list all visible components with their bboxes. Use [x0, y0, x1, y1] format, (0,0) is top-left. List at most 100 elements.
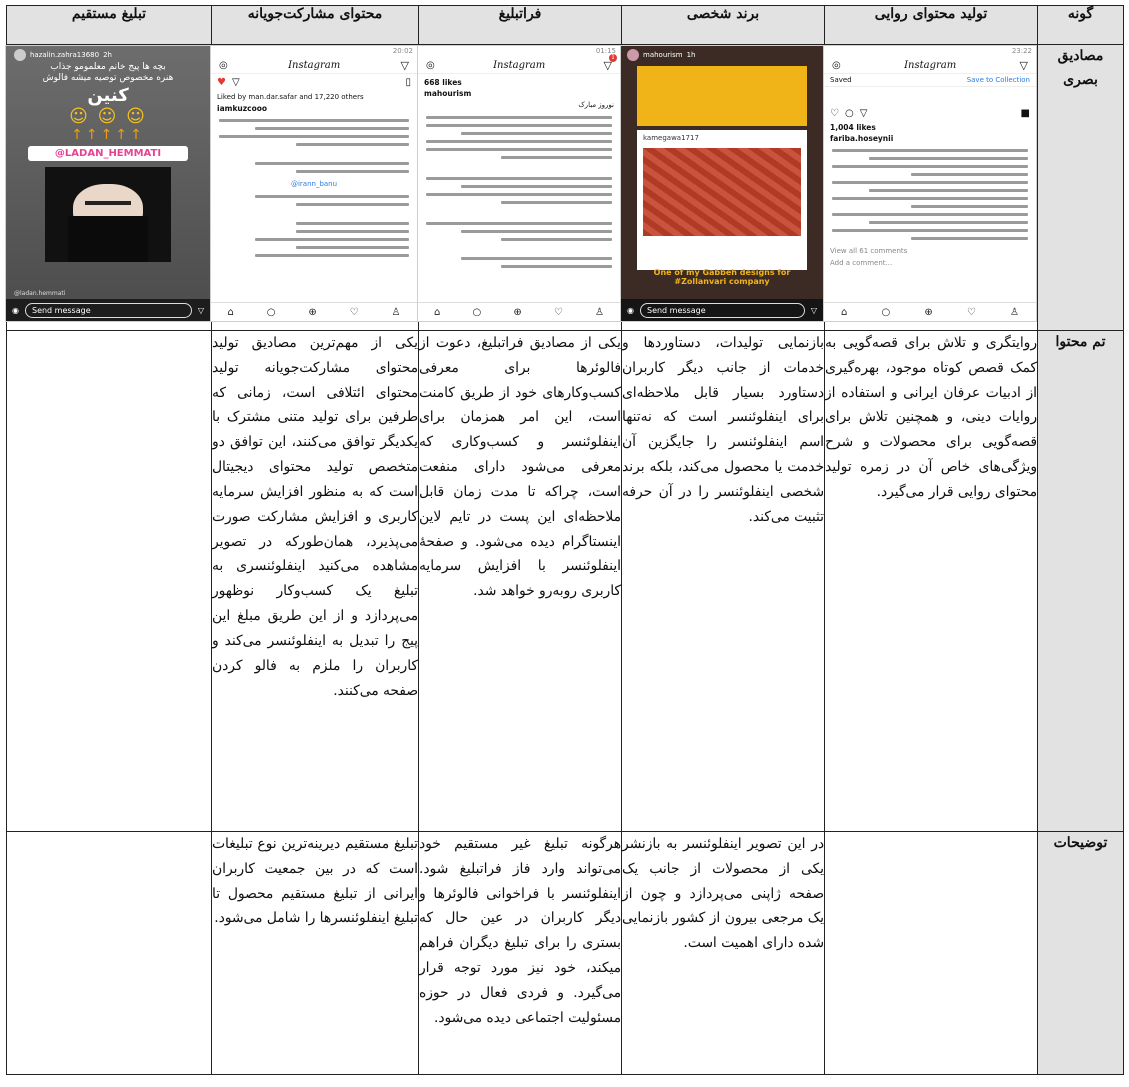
search-icon: ○ [881, 306, 891, 318]
view-comments: View all 61 comments [830, 247, 908, 255]
instagram-logo: Instagram [288, 59, 341, 71]
visual-personal-brand-cell: mahourism 1h kamegawa1717 One of my Gabbe… [620, 44, 825, 331]
search-icon: ○ [472, 306, 482, 318]
send-message-field: Send message [24, 302, 192, 318]
beyond-ad-screenshot: 01:15 ◎ Instagram ▽ 1 668 likes mahourism… [417, 45, 621, 322]
notes-beyond-ad: هرگونه تبلیغ غیر مستقیم خود می‌تواند وار… [418, 831, 622, 1075]
header-direct-ad: تبلیغ مستقیم [6, 5, 212, 45]
story-caption: One of my Gabbeh designs for #Zollanvari… [653, 268, 791, 286]
story-user: hazalin.zahra13680 [30, 51, 100, 59]
home-icon: ⌂ [227, 306, 234, 318]
search-icon: ○ [266, 306, 276, 318]
notes-participatory: تبلیغ مستقیم دیرینه‌ترین نوع تبلیغات است… [211, 831, 419, 1075]
row-label-theme: تم محتوا [1037, 330, 1124, 832]
theme-row: تم محتوا روایتگری و تلاش برای قصه‌گویی ب… [6, 330, 1124, 832]
comment-icon: ○ [844, 108, 854, 119]
header-beyond-ad: فراتبلیغ [418, 5, 622, 45]
mention-tag: @LADAN_HEMMATI [28, 146, 188, 161]
row-label-visual: مصادیق بصری [1037, 44, 1124, 331]
add-comment: Add a comment... [830, 259, 893, 267]
add-icon: ⊕ [308, 306, 317, 318]
camera-icon: ◉ [12, 305, 19, 315]
rug-image [643, 148, 801, 236]
content-types-table: گونه تولید محتوای روایی برند شخصی فراتبل… [5, 5, 1124, 1075]
theme-direct-ad [6, 330, 212, 832]
bottom-nav: ⌂ ○ ⊕ ♡ ♙ [418, 302, 620, 321]
direct-icon: ▽ [197, 305, 204, 315]
direct-ad-screenshot: hazalin.zahra13680 2h بچه ها پیج خانم معل… [5, 45, 211, 322]
camera-icon: ◉ [627, 305, 634, 315]
visual-direct-ad-cell: hazalin.zahra13680 2h بچه ها پیج خانم معل… [5, 44, 212, 331]
status-time: 23:22 [1011, 47, 1032, 55]
greeting-line: نوروز مبارک [578, 101, 614, 109]
direct-icon: ▽ [400, 58, 409, 72]
likes-count: 1,004 likes [830, 123, 876, 132]
liked-by: Liked by man.dar.safar and 17,220 others [217, 93, 364, 101]
instagram-logo: Instagram [904, 59, 957, 71]
story-big-text: کنین [87, 85, 129, 106]
saved-label: Saved [830, 76, 852, 84]
bottom-nav: ⌂ ○ ⊕ ♡ ♙ [824, 302, 1036, 321]
home-icon: ⌂ [434, 306, 441, 318]
header-personal-brand: برند شخصی [621, 5, 825, 45]
arrow-row: ↑↑↑↑↑ [71, 127, 145, 143]
profile-icon: ♙ [391, 306, 401, 318]
story-banner [637, 66, 807, 126]
direct-icon: ▽ 1 [604, 53, 617, 72]
theme-personal-brand: بازنمایی تولیدات، دستاوردها و خدمات از ج… [621, 330, 825, 832]
story-age: 2h [103, 51, 112, 59]
status-time: 20:02 [392, 47, 413, 55]
story-handle: @ladan.hemmati [14, 290, 66, 297]
instagram-logo: Instagram [493, 59, 546, 71]
notes-personal-brand: در این تصویر اینفلوئنسر به بازنشر یکی از… [621, 831, 825, 1075]
home-icon: ⌂ [841, 306, 848, 318]
post-user: mahourism [424, 89, 472, 98]
story-photo [44, 167, 172, 262]
story-user: mahourism [643, 51, 683, 59]
story-age: 1h [686, 51, 696, 59]
heart-icon: ♡ [966, 306, 976, 318]
likes-count: 668 likes [424, 78, 462, 87]
post-user: iamkuzcooo [217, 104, 268, 113]
bottom-nav: ⌂ ○ ⊕ ♡ ♙ [211, 302, 417, 321]
header-type: گونه [1037, 5, 1124, 45]
profile-icon: ♙ [1009, 306, 1019, 318]
bookmark-icon: ■ [1020, 108, 1030, 119]
header-narrative: تولید محتوای روایی [824, 5, 1038, 45]
share-icon: ▽ [231, 77, 240, 88]
shared-post-card: kamegawa1717 [637, 130, 807, 270]
notes-row: توضیحات در این تصویر اینفلوئنسر به بازنش… [6, 831, 1124, 1075]
visual-row: مصادیق بصری 23:22 ◎ Instagram ▽ Saved Sa… [5, 44, 1124, 331]
narrative-screenshot: 23:22 ◎ Instagram ▽ Saved Save to Collec… [823, 45, 1037, 322]
add-icon: ⊕ [513, 306, 522, 318]
mention-link: @irann_banu [290, 180, 338, 188]
visual-narrative-cell: 23:22 ◎ Instagram ▽ Saved Save to Collec… [823, 44, 1038, 331]
share-icon: ▽ [859, 108, 868, 119]
add-icon: ⊕ [924, 306, 933, 318]
notes-narrative [824, 831, 1038, 1075]
participatory-screenshot: 20:02 ◎ Instagram ▽ ♥ ▽ ▯ Liked by man.d… [210, 45, 418, 322]
theme-beyond-ad: یکی از مصادیق فراتبلیغ، دعوت از فالوئرها… [418, 330, 622, 832]
visual-participatory-cell: 20:02 ◎ Instagram ▽ ♥ ▽ ▯ Liked by man.d… [210, 44, 419, 331]
camera-icon: ◎ [219, 59, 228, 71]
camera-icon: ◎ [426, 59, 435, 71]
profile-icon: ♙ [594, 306, 604, 318]
direct-icon: ▽ [1019, 58, 1028, 72]
personal-brand-screenshot: mahourism 1h kamegawa1717 One of my Gabbe… [620, 45, 824, 322]
heart-icon: ♡ [349, 306, 359, 318]
save-collection-link: Save to Collection [966, 76, 1030, 84]
theme-participatory: یکی از مهم‌ترین مصادیق تولید محتوای مشار… [211, 330, 419, 832]
row-label-notes: توضیحات [1037, 831, 1124, 1075]
emoji-row: ☺ ☺ ☺ [69, 106, 147, 127]
camera-icon: ◎ [832, 59, 841, 71]
avatar [14, 49, 26, 61]
heart-icon: ♡ [553, 306, 563, 318]
header-participatory: محتوای مشارکت‌جویانه [211, 5, 419, 45]
heart-filled-icon: ♥ [217, 77, 226, 88]
post-user: fariba.hoseynii [830, 134, 894, 143]
story-subtitle: هنره مخصوص توصیه میشه فالوش [42, 73, 174, 83]
direct-icon: ▽ [810, 305, 817, 315]
avatar [627, 49, 639, 61]
shared-post-user: kamegawa1717 [643, 134, 699, 142]
send-message-field: Send message [639, 302, 805, 318]
